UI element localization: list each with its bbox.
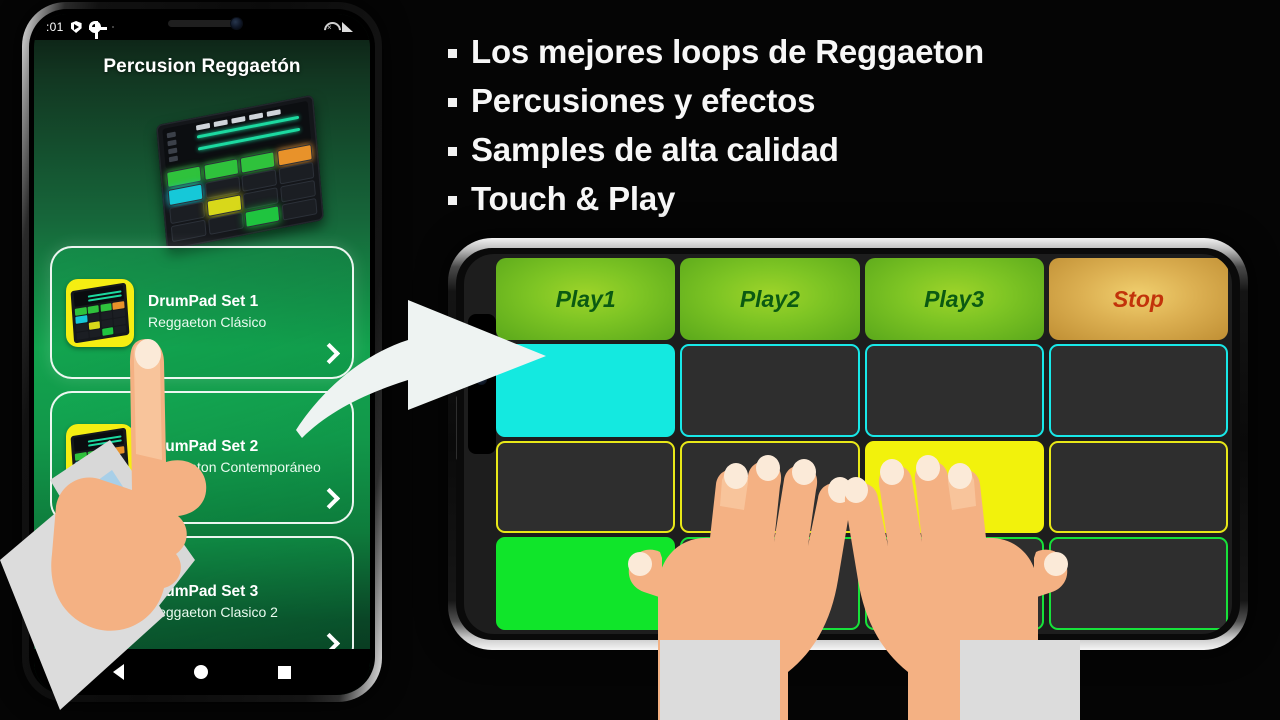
home-circle-icon[interactable] xyxy=(194,665,208,679)
bullet-item: Percusiones y efectos xyxy=(448,79,1248,122)
pad-1-3[interactable] xyxy=(864,344,1044,437)
pad-3-3[interactable] xyxy=(864,537,1044,631)
status-bar-right xyxy=(324,22,358,32)
pad-1-4[interactable] xyxy=(1048,344,1228,437)
pad-3-1[interactable] xyxy=(496,537,676,631)
signal-icon xyxy=(342,22,353,32)
stop-button[interactable]: Stop xyxy=(1048,258,1228,340)
status-bar: :01 xyxy=(34,14,370,40)
shield-icon xyxy=(70,21,82,33)
play2-button[interactable]: Play2 xyxy=(680,258,860,340)
front-camera-icon xyxy=(230,17,243,30)
bullet-item: Touch & Play xyxy=(448,177,1248,220)
pad-3-2[interactable] xyxy=(680,537,860,631)
landscape-phone-bezel: Play1 Play2 Play3 Stop xyxy=(456,248,1240,640)
status-time: :01 xyxy=(46,20,64,34)
pad-row-3 xyxy=(468,537,1228,631)
left-sleeve xyxy=(660,640,780,720)
drumpad-thumbnail xyxy=(66,278,134,347)
recents-square-icon[interactable] xyxy=(278,665,291,679)
drum-machine-illustration xyxy=(155,94,325,251)
transport-button-row: Play1 Play2 Play3 Stop xyxy=(468,258,1228,340)
list-item-title: DrumPad Set 3 xyxy=(148,583,259,601)
promo-graphic: :01 Percusion Reggaetón xyxy=(0,0,1280,720)
bullet-square-icon xyxy=(448,98,457,107)
pad-3-4[interactable] xyxy=(1048,537,1228,631)
pad-row-1 xyxy=(468,344,1228,437)
bullet-item: Samples de alta calidad xyxy=(448,128,1248,171)
pad-2-1[interactable] xyxy=(496,440,676,534)
bullet-label: Touch & Play xyxy=(471,180,676,217)
status-dot-icon xyxy=(111,26,114,28)
list-item-text: DrumPad Set 3 Reggaeton Clasico 2 xyxy=(148,582,338,623)
right-sleeve xyxy=(960,640,1080,720)
android-nav-bar xyxy=(34,649,370,695)
bullet-label: Percusiones y efectos xyxy=(471,82,816,119)
pad-1-2[interactable] xyxy=(680,344,860,437)
curved-right-arrow xyxy=(296,300,546,438)
drumpad-thumbnail xyxy=(66,423,134,492)
list-item-subtitle: Reggaeton Contemporáneo xyxy=(148,459,321,476)
drumpad-thumbnail xyxy=(66,568,134,637)
bullet-label: Samples de alta calidad xyxy=(471,131,839,168)
pad-row-2 xyxy=(468,440,1228,534)
page-title: Percusion Reggaetón xyxy=(103,56,301,77)
pad-2-4[interactable] xyxy=(1048,440,1228,534)
play3-button[interactable]: Play3 xyxy=(864,258,1044,340)
bullet-square-icon xyxy=(448,147,457,156)
bullet-label: Los mejores loops de Reggaeton xyxy=(471,33,984,70)
chevron-right-icon[interactable] xyxy=(319,489,338,508)
pad-2-3[interactable] xyxy=(864,440,1044,534)
back-triangle-icon[interactable] xyxy=(113,664,124,680)
bullet-square-icon xyxy=(448,49,457,58)
landscape-phone-frame: Play1 Play2 Play3 Stop xyxy=(448,238,1248,650)
bullet-item: Los mejores loops de Reggaeton xyxy=(448,30,1248,73)
earpiece-speaker xyxy=(168,20,236,27)
pad-2-2[interactable] xyxy=(680,440,860,534)
gear-icon xyxy=(88,21,107,39)
wifi-off-icon xyxy=(324,22,337,32)
feature-bullet-list: Los mejores loops de Reggaeton Percusion… xyxy=(448,30,1248,226)
list-item-subtitle: Reggaeton Clasico 2 xyxy=(148,604,278,621)
landscape-phone-screen: Play1 Play2 Play3 Stop xyxy=(464,254,1232,634)
status-bar-left: :01 xyxy=(46,20,114,39)
bullet-square-icon xyxy=(448,196,457,205)
